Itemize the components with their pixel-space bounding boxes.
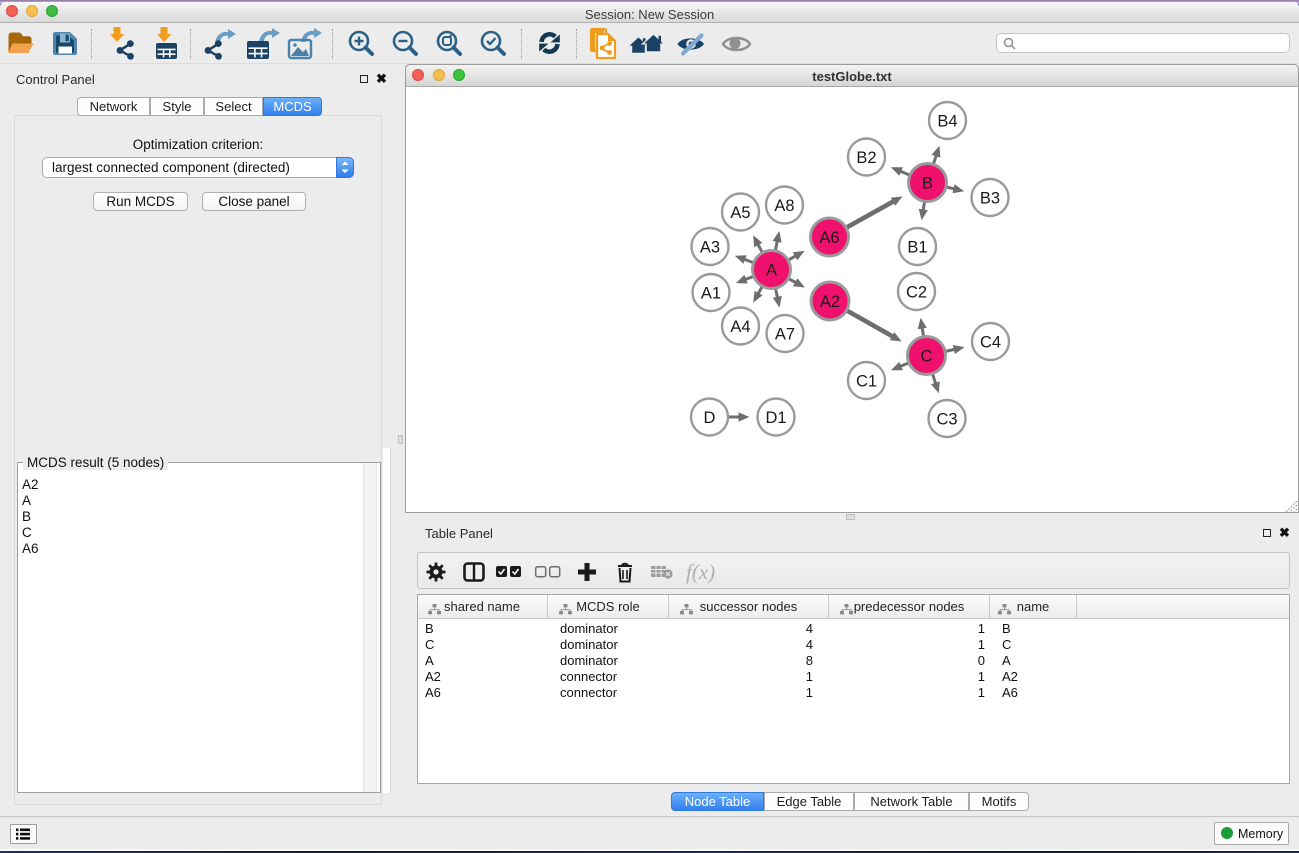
svg-text:C2: C2 [906,284,927,302]
svg-text:A2: A2 [820,293,840,311]
svg-text:A6: A6 [819,229,839,247]
svg-text:C3: C3 [936,411,957,429]
svg-text:B1: B1 [907,239,927,257]
svg-text:A1: A1 [701,285,721,303]
svg-text:C1: C1 [856,373,877,391]
svg-text:A8: A8 [774,197,794,215]
svg-text:D1: D1 [765,409,786,427]
svg-text:B2: B2 [856,149,876,167]
svg-text:B3: B3 [980,190,1000,208]
svg-text:A3: A3 [700,239,720,257]
svg-text:A: A [766,262,777,280]
svg-text:A7: A7 [775,326,795,344]
svg-text:C: C [921,348,933,366]
svg-text:B4: B4 [937,113,957,131]
svg-text:A5: A5 [730,204,750,222]
svg-text:B: B [922,175,933,193]
svg-text:C4: C4 [980,334,1001,352]
svg-text:A4: A4 [730,318,750,336]
svg-text:D: D [704,409,716,427]
